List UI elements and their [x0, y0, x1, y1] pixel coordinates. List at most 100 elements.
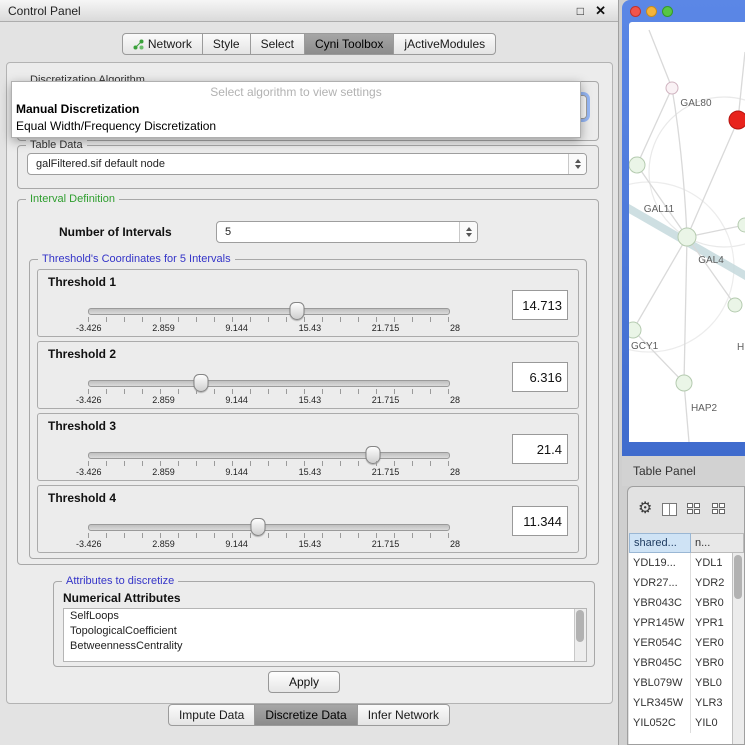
threshold-3-slider[interactable] — [88, 452, 450, 459]
table-panel-title: Table Panel — [622, 456, 745, 486]
tab-jactivemodules[interactable]: jActiveModules — [393, 33, 496, 55]
dropdown-placeholder: Select algorithm to view settings — [12, 84, 580, 101]
network-node[interactable] — [629, 157, 645, 173]
table-data-value: galFiltered.sif default node — [28, 158, 568, 170]
table-row[interactable]: YBR045CYBR0 — [629, 653, 733, 673]
slider-ticks — [88, 317, 449, 322]
minimize-icon[interactable]: □ — [577, 0, 584, 22]
tab-infer-network[interactable]: Infer Network — [357, 704, 450, 726]
dropdown-option-manual-discretization[interactable]: Manual Discretization — [12, 101, 580, 118]
threshold-1-label: Threshold 1 — [48, 275, 116, 289]
tab-network-label: Network — [148, 34, 192, 54]
node-label: GAL11 — [644, 204, 675, 215]
thresholds-group-label: Threshold's Coordinates for 5 Intervals — [38, 253, 235, 265]
gear-icon[interactable]: ⚙ — [638, 501, 652, 517]
number-of-intervals-value: 5 — [217, 226, 459, 238]
network-node[interactable] — [678, 228, 696, 246]
network-canvas[interactable]: GAL80 GAL11 GAL4 GCY1 HAP2 H — [629, 22, 745, 442]
threshold-4-label: Threshold 4 — [48, 491, 116, 505]
node-label: GAL80 — [680, 98, 712, 109]
threshold-4-value-field[interactable]: 11.344 — [512, 506, 568, 536]
close-icon[interactable]: ✕ — [595, 0, 606, 22]
slider-tick-labels: -3.4262.8599.14415.4321.71528 — [76, 467, 460, 477]
table-toolbar: ⚙ — [628, 487, 744, 531]
node-label: H — [737, 342, 744, 353]
traffic-yellow-minimize-icon[interactable] — [646, 6, 657, 17]
numerical-attributes-label: Numerical Attributes — [63, 591, 181, 605]
apply-button[interactable]: Apply — [268, 671, 340, 693]
threshold-4-slider[interactable] — [88, 524, 450, 531]
threshold-3-label: Threshold 3 — [48, 419, 116, 433]
network-node[interactable] — [676, 375, 692, 391]
list-item[interactable]: TopologicalCoefficient — [64, 624, 586, 639]
interval-definition-label: Interval Definition — [26, 193, 119, 205]
slider-tick-labels: -3.4262.8599.14415.4321.71528 — [76, 395, 460, 405]
table-scrollbar[interactable] — [732, 553, 744, 744]
tab-cyni-toolbox[interactable]: Cyni Toolbox — [304, 33, 394, 55]
table-header-shared[interactable]: shared... — [629, 533, 691, 553]
columns-icon[interactable] — [662, 503, 677, 516]
checkbox-grid-icon[interactable] — [712, 503, 727, 516]
numerical-attributes-list: SelfLoops TopologicalCoefficient Between… — [63, 608, 587, 662]
network-graph: GAL80 GAL11 GAL4 GCY1 HAP2 H — [629, 22, 745, 442]
table-row[interactable]: YIL052CYIL0 — [629, 713, 733, 733]
threshold-1-slider[interactable] — [88, 308, 450, 315]
table-data-select[interactable]: galFiltered.sif default node — [27, 153, 587, 175]
table-row[interactable]: YDR27...YDR2 — [629, 573, 733, 593]
threshold-1-panel: Threshold 1 -3.4262.8599.14415.4321.7152… — [37, 269, 579, 337]
table-row[interactable]: YLR345WYLR3 — [629, 693, 733, 713]
threshold-2-label: Threshold 2 — [48, 347, 116, 361]
traffic-green-zoom-icon[interactable] — [662, 6, 673, 17]
window-controls — [630, 6, 673, 17]
network-icon — [133, 39, 144, 50]
table-row[interactable]: YER054CYER0 — [629, 633, 733, 653]
node-label: HAP2 — [691, 403, 718, 414]
cyni-toolbox-panel: Discretization Algorithm Select algorith… — [6, 62, 613, 704]
slider-ticks — [88, 389, 449, 394]
network-node[interactable] — [738, 218, 745, 232]
slider-ticks — [88, 533, 449, 538]
tab-network[interactable]: Network — [122, 33, 203, 55]
threshold-1-value-field[interactable]: 14.713 — [512, 290, 568, 320]
table-row[interactable]: YBR043CYBR0 — [629, 593, 733, 613]
network-node[interactable] — [666, 82, 678, 94]
threshold-3-value-field[interactable]: 21.4 — [512, 434, 568, 464]
table-header-row: shared... n... — [629, 533, 744, 553]
stepper-icon — [568, 154, 586, 174]
threshold-2-slider[interactable] — [88, 380, 450, 387]
number-of-intervals-label: Number of Intervals — [59, 225, 172, 239]
checkbox-grid-icon[interactable] — [687, 503, 702, 516]
network-node[interactable] — [728, 298, 742, 312]
table-row[interactable]: YDL19...YDL1 — [629, 553, 733, 573]
network-node-selected[interactable] — [729, 111, 745, 129]
network-node[interactable] — [629, 322, 641, 338]
slider-tick-labels: -3.4262.8599.14415.4321.71528 — [76, 539, 460, 549]
table-row[interactable]: YBL079WYBL0 — [629, 673, 733, 693]
table-row[interactable]: YPR145WYPR1 — [629, 613, 733, 633]
tab-select[interactable]: Select — [250, 33, 305, 55]
tab-impute-data[interactable]: Impute Data — [168, 704, 255, 726]
threshold-2-value-field[interactable]: 6.316 — [512, 362, 568, 392]
node-label: GAL4 — [698, 255, 724, 266]
list-item[interactable]: SelfLoops — [64, 609, 586, 624]
slider-ticks — [88, 461, 449, 466]
table-header-name[interactable]: n... — [691, 533, 744, 553]
screenshot-root: Control Panel □ ✕ Network Style Select C… — [0, 0, 745, 745]
slider-tick-labels: -3.4262.8599.14415.4321.71528 — [76, 323, 460, 333]
table-panel-window: ⚙ shared... n... YDL19...YDL1 YDR27...YD… — [627, 486, 745, 745]
table-body: YDL19...YDL1 YDR27...YDR2 YBR043CYBR0 YP… — [629, 553, 733, 744]
list-item[interactable]: BetweennessCentrality — [64, 639, 586, 654]
dropdown-option-equal-width[interactable]: Equal Width/Frequency Discretization — [12, 118, 580, 135]
top-tab-bar: Network Style Select Cyni Toolbox jActiv… — [0, 33, 618, 55]
number-of-intervals-select[interactable]: 5 — [216, 221, 478, 243]
tab-discretize-data[interactable]: Discretize Data — [254, 704, 357, 726]
bottom-tab-bar: Impute Data Discretize Data Infer Networ… — [0, 704, 618, 726]
control-panel-title: Control Panel — [8, 4, 81, 18]
tab-style[interactable]: Style — [202, 33, 251, 55]
stepper-icon — [459, 222, 477, 242]
node-label: GCY1 — [631, 341, 659, 352]
threshold-2-panel: Threshold 2 -3.4262.8599.14415.4321.7152… — [37, 341, 579, 409]
traffic-red-close-icon[interactable] — [630, 6, 641, 17]
control-panel-titlebar: Control Panel — [0, 0, 618, 22]
list-scrollbar[interactable] — [574, 609, 586, 661]
